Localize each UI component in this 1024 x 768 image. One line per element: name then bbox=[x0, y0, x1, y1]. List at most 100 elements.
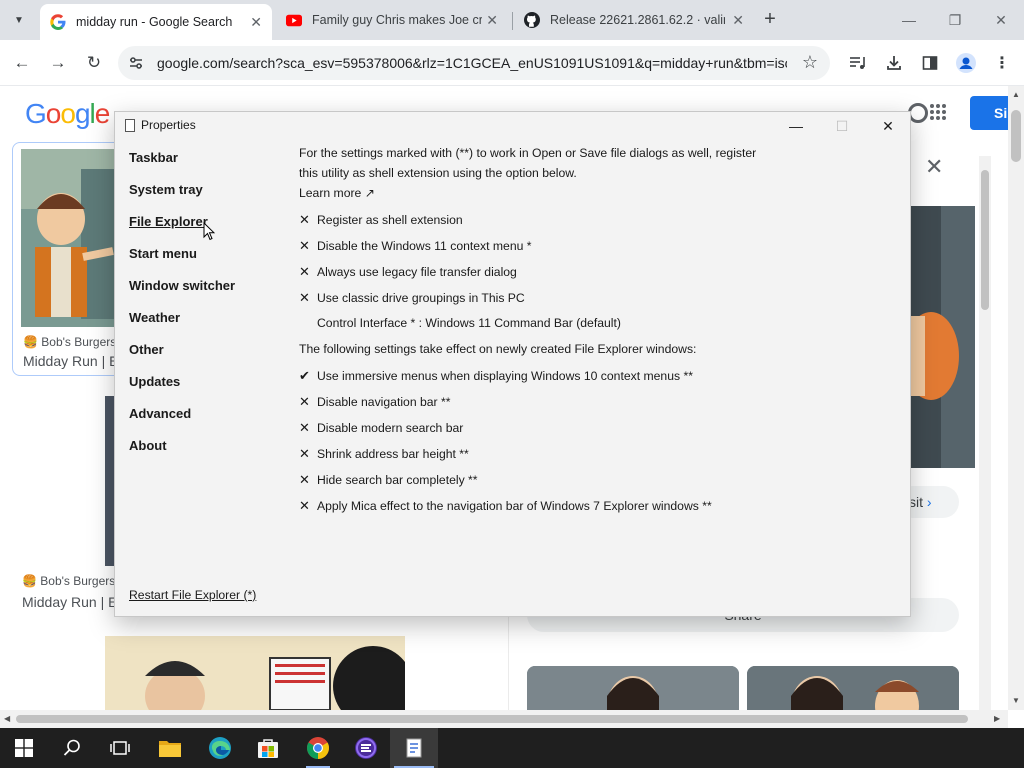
side-panel-icon bbox=[922, 56, 938, 70]
scroll-right-icon[interactable]: ▶ bbox=[994, 714, 1000, 723]
option-disable-navigation-bar[interactable]: ✕ Disable navigation bar ** bbox=[299, 394, 450, 410]
page-horizontal-scrollbar[interactable]: ◀ ▶ bbox=[0, 710, 1008, 728]
x-mark-icon: ✕ bbox=[299, 264, 310, 279]
panel-scrollbar[interactable] bbox=[979, 156, 991, 710]
option-control-interface[interactable]: Control Interface * : Windows 11 Command… bbox=[299, 316, 621, 330]
option-label: Always use legacy file transfer dialog bbox=[317, 265, 517, 279]
nav-item-start-menu[interactable]: Start menu bbox=[129, 246, 197, 261]
close-icon[interactable]: ✕ bbox=[486, 12, 498, 29]
related-image[interactable] bbox=[747, 666, 959, 710]
restore-button[interactable]: ❐ bbox=[932, 0, 978, 40]
downloads-button[interactable] bbox=[882, 51, 906, 75]
scrollbar-thumb[interactable] bbox=[981, 170, 989, 310]
nav-item-weather[interactable]: Weather bbox=[129, 310, 180, 325]
preview-image[interactable] bbox=[911, 206, 975, 468]
nav-item-other[interactable]: Other bbox=[129, 342, 164, 357]
edge-icon bbox=[209, 737, 231, 759]
result-title[interactable]: Midday Run | E bbox=[22, 594, 117, 610]
chrome-menu-button[interactable]: ⋮ bbox=[990, 51, 1014, 75]
profile-button[interactable] bbox=[954, 51, 978, 75]
related-image[interactable] bbox=[527, 666, 739, 710]
tab-youtube[interactable]: Family guy Chris makes Joe cry ✕ bbox=[276, 4, 508, 36]
new-tab-button[interactable]: + bbox=[759, 9, 781, 31]
dialog-close-button[interactable]: ✕ bbox=[865, 112, 911, 140]
intro-text: For the settings marked with (**) to wor… bbox=[299, 146, 757, 160]
forward-button[interactable]: → bbox=[46, 51, 70, 75]
scrollbar-thumb[interactable] bbox=[16, 715, 968, 723]
option-label: Disable navigation bar ** bbox=[317, 395, 451, 409]
reload-icon: ↻ bbox=[86, 53, 102, 72]
chevron-down-icon: ▼ bbox=[14, 14, 24, 26]
page-vertical-scrollbar[interactable]: ▲ ▼ bbox=[1008, 86, 1024, 710]
learn-more-link[interactable]: Learn more ↗ bbox=[299, 186, 375, 200]
site-settings-icon[interactable] bbox=[128, 55, 144, 71]
reload-button[interactable]: ↻ bbox=[82, 51, 106, 75]
option-legacy-file-transfer[interactable]: ✕ Always use legacy file transfer dialog bbox=[299, 264, 517, 280]
close-window-button[interactable]: ✕ bbox=[978, 0, 1024, 40]
google-apps-icon[interactable] bbox=[929, 103, 947, 121]
x-mark-icon: ✕ bbox=[299, 394, 310, 409]
nav-item-file-explorer[interactable]: File Explorer bbox=[129, 214, 208, 229]
taskbar-search-button[interactable] bbox=[48, 728, 96, 768]
option-classic-drive-groupings[interactable]: ✕ Use classic drive groupings in This PC bbox=[299, 290, 525, 306]
properties-app-icon bbox=[406, 738, 422, 758]
task-view-button[interactable] bbox=[96, 728, 144, 768]
browser-toolbar: ← → ↻ google.com/search?sca_esv=59537800… bbox=[0, 40, 1024, 86]
close-icon[interactable]: ✕ bbox=[732, 12, 744, 29]
taskbar-store[interactable] bbox=[244, 728, 292, 768]
scroll-down-icon[interactable]: ▼ bbox=[1012, 696, 1020, 705]
close-icon: ✕ bbox=[882, 117, 894, 134]
option-shrink-address-bar[interactable]: ✕ Shrink address bar height ** bbox=[299, 446, 469, 462]
nav-item-window-switcher[interactable]: Window switcher bbox=[129, 278, 235, 293]
back-button[interactable]: ← bbox=[10, 51, 34, 75]
google-logo[interactable]: Google bbox=[25, 98, 110, 130]
nav-item-updates[interactable]: Updates bbox=[129, 374, 180, 389]
taskbar-file-explorer[interactable] bbox=[146, 728, 194, 768]
option-mica-effect[interactable]: ✕ Apply Mica effect to the navigation ba… bbox=[299, 498, 712, 514]
close-icon[interactable]: ✕ bbox=[250, 14, 262, 31]
bookmark-star-icon[interactable]: ☆ bbox=[802, 52, 818, 73]
close-preview-icon[interactable]: ✕ bbox=[925, 154, 943, 180]
restart-file-explorer-link[interactable]: Restart File Explorer (*) bbox=[129, 588, 256, 602]
media-controls-button[interactable] bbox=[846, 51, 870, 75]
option-disable-win11-context-menu[interactable]: ✕ Disable the Windows 11 context menu * bbox=[299, 238, 532, 254]
tab-google-search[interactable]: midday run - Google Search ✕ bbox=[40, 4, 272, 40]
dialog-maximize-button: ☐ bbox=[819, 112, 865, 140]
scrollbar-thumb[interactable] bbox=[1011, 110, 1021, 162]
side-panel-button[interactable] bbox=[918, 51, 942, 75]
nav-item-taskbar[interactable]: Taskbar bbox=[129, 150, 178, 165]
result-title[interactable]: Midday Run | E bbox=[23, 353, 118, 369]
download-icon bbox=[887, 56, 901, 70]
url-text[interactable]: google.com/search?sca_esv=595378006&rlz=… bbox=[157, 55, 787, 71]
option-disable-modern-search[interactable]: ✕ Disable modern search bar bbox=[299, 420, 463, 436]
tab-github[interactable]: Release 22621.2861.62.2 · valinet ✕ bbox=[514, 4, 754, 36]
scroll-up-icon[interactable]: ▲ bbox=[1012, 90, 1020, 99]
nav-item-system-tray[interactable]: System tray bbox=[129, 182, 203, 197]
image-result-card[interactable]: 🍔 Bob's Burgers Midday Run | E bbox=[12, 142, 122, 376]
option-hide-search-bar[interactable]: ✕ Hide search bar completely ** bbox=[299, 472, 478, 488]
dialog-minimize-button[interactable]: — bbox=[773, 112, 819, 140]
tab-search-button[interactable]: ▼ bbox=[6, 8, 32, 32]
taskbar-edge[interactable] bbox=[196, 728, 244, 768]
address-bar[interactable]: google.com/search?sca_esv=595378006&rlz=… bbox=[118, 46, 830, 80]
minimize-button[interactable]: — bbox=[886, 0, 932, 40]
result-thumbnail[interactable] bbox=[105, 636, 405, 710]
option-immersive-menus[interactable]: ✔ Use immersive menus when displaying Wi… bbox=[299, 368, 693, 384]
dialog-titlebar[interactable]: Properties — ☐ ✕ bbox=[115, 112, 910, 140]
settings-gear-icon[interactable] bbox=[908, 103, 928, 123]
option-register-shell-extension[interactable]: ✕ Register as shell extension bbox=[299, 212, 463, 228]
taskbar-ep-setup[interactable] bbox=[342, 728, 390, 768]
taskbar-chrome[interactable] bbox=[294, 728, 342, 768]
nav-item-advanced[interactable]: Advanced bbox=[129, 406, 191, 421]
more-vertical-icon: ⋮ bbox=[994, 55, 1010, 72]
start-button[interactable] bbox=[0, 728, 48, 768]
option-label: Shrink address bar height ** bbox=[317, 447, 469, 461]
image-result-card[interactable]: 🍔 Bob's Burgers Midday Run | E bbox=[20, 388, 135, 620]
scroll-left-icon[interactable]: ◀ bbox=[4, 714, 10, 723]
taskbar-properties-app[interactable] bbox=[390, 728, 438, 768]
arrow-left-icon: ← bbox=[13, 53, 31, 72]
x-mark-icon: ✕ bbox=[299, 472, 310, 487]
nav-item-about[interactable]: About bbox=[129, 438, 167, 453]
result-thumbnail[interactable] bbox=[21, 149, 121, 327]
tab-separator bbox=[512, 12, 513, 30]
